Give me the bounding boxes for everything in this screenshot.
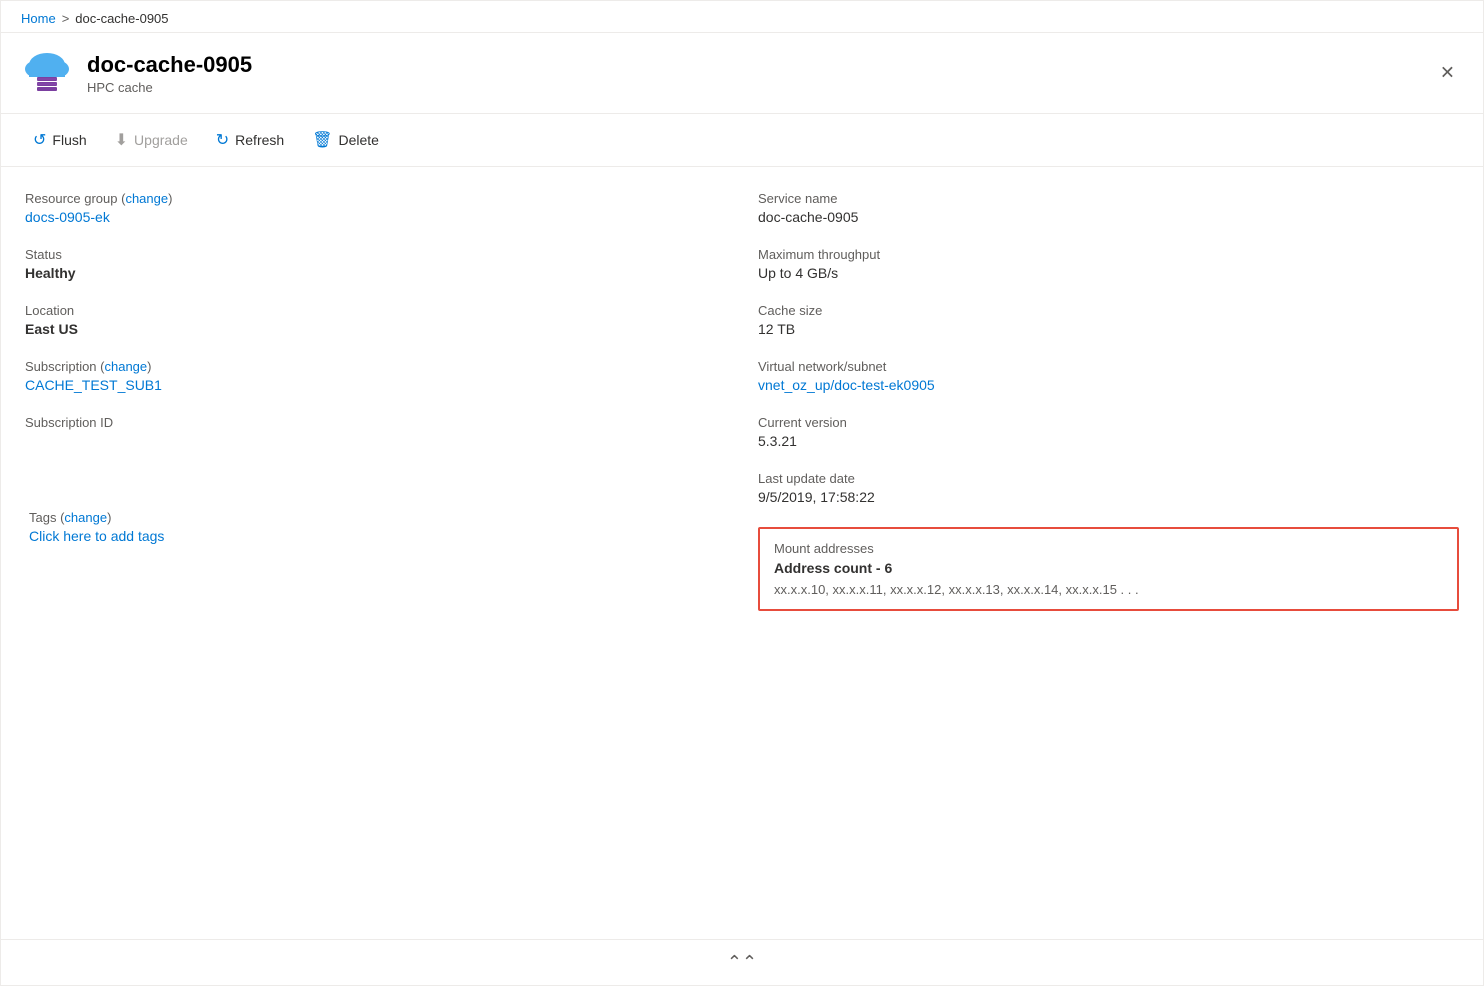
breadcrumb-separator: > xyxy=(62,11,70,26)
service-name-label: Service name xyxy=(758,191,1459,206)
cache-size-field: Cache size 12 TB xyxy=(758,303,1459,337)
toolbar: ↺ Flush ⬇ Upgrade ↻ Refresh 🗑 Delete xyxy=(1,114,1483,167)
refresh-button[interactable]: ↻ Refresh xyxy=(204,124,296,156)
subscription-id-label: Subscription ID xyxy=(25,415,726,430)
service-name-value: doc-cache-0905 xyxy=(758,209,1459,225)
current-version-field: Current version 5.3.21 xyxy=(758,415,1459,449)
subscription-id-field: Subscription ID xyxy=(25,415,726,430)
refresh-icon: ↻ xyxy=(216,130,229,150)
service-name-field: Service name doc-cache-0905 xyxy=(758,191,1459,225)
max-throughput-value: Up to 4 GB/s xyxy=(758,265,1459,281)
breadcrumb-home[interactable]: Home xyxy=(21,11,56,26)
subscription-value: CACHE_TEST_SUB1 xyxy=(25,377,726,393)
page-title: doc-cache-0905 xyxy=(87,52,252,78)
resource-group-value: docs-0905-ek xyxy=(25,209,726,225)
location-label: Location xyxy=(25,303,726,318)
current-version-value: 5.3.21 xyxy=(758,433,1459,449)
mount-addresses-box: Mount addresses Address count - 6 xx.x.x… xyxy=(758,527,1459,611)
page-header: doc-cache-0905 HPC cache ✕ xyxy=(1,33,1483,114)
virtual-network-label: Virtual network/subnet xyxy=(758,359,1459,374)
delete-button[interactable]: 🗑 Delete xyxy=(300,124,391,156)
close-button[interactable]: ✕ xyxy=(1432,59,1463,88)
status-value: Healthy xyxy=(25,265,726,281)
subscription-change-link[interactable]: change xyxy=(104,359,147,374)
last-update-label: Last update date xyxy=(758,471,1459,486)
left-column: Resource group (change) docs-0905-ek Sta… xyxy=(21,191,742,611)
last-update-field: Last update date 9/5/2019, 17:58:22 xyxy=(758,471,1459,505)
tags-field: Tags (change) Click here to add tags xyxy=(25,510,726,568)
last-update-value: 9/5/2019, 17:58:22 xyxy=(758,489,1459,505)
main-panel: Home > doc-cache-0905 doc-cache-0905 xyxy=(0,0,1484,986)
cache-size-value: 12 TB xyxy=(758,321,1459,337)
location-field: Location East US xyxy=(25,303,726,337)
subscription-field: Subscription (change) CACHE_TEST_SUB1 xyxy=(25,359,726,393)
right-column: Service name doc-cache-0905 Maximum thro… xyxy=(742,191,1463,611)
resource-group-change-link[interactable]: change xyxy=(125,191,168,206)
subscription-label: Subscription (change) xyxy=(25,359,726,374)
collapse-icon[interactable]: ⌃⌃ xyxy=(727,952,757,973)
upgrade-icon: ⬇ xyxy=(115,130,128,150)
virtual-network-link[interactable]: vnet_oz_up/doc-test-ek0905 xyxy=(758,377,935,393)
service-icon xyxy=(21,47,73,99)
breadcrumb-current: doc-cache-0905 xyxy=(75,11,168,26)
virtual-network-field: Virtual network/subnet vnet_oz_up/doc-te… xyxy=(758,359,1459,393)
cache-size-label: Cache size xyxy=(758,303,1459,318)
upgrade-label: Upgrade xyxy=(134,132,188,148)
content-area: Resource group (change) docs-0905-ek Sta… xyxy=(1,167,1483,635)
flush-button[interactable]: ↺ Flush xyxy=(21,124,99,156)
status-label: Status xyxy=(25,247,726,262)
resource-group-field: Resource group (change) docs-0905-ek xyxy=(25,191,726,225)
tags-change-link[interactable]: change xyxy=(64,510,107,525)
max-throughput-field: Maximum throughput Up to 4 GB/s xyxy=(758,247,1459,281)
mount-addresses-label: Mount addresses xyxy=(774,541,1443,556)
tags-add-value: Click here to add tags xyxy=(29,528,722,544)
resource-group-label: Resource group (change) xyxy=(25,191,726,206)
flush-label: Flush xyxy=(52,132,86,148)
flush-icon: ↺ xyxy=(33,130,46,150)
page-subtitle: HPC cache xyxy=(87,80,252,95)
resource-group-link[interactable]: docs-0905-ek xyxy=(25,209,110,225)
footer: ⌃⌃ xyxy=(1,939,1483,985)
breadcrumb: Home > doc-cache-0905 xyxy=(1,1,1483,33)
status-field: Status Healthy xyxy=(25,247,726,281)
location-value: East US xyxy=(25,321,726,337)
current-version-label: Current version xyxy=(758,415,1459,430)
tags-add-link[interactable]: Click here to add tags xyxy=(29,528,164,544)
subscription-link[interactable]: CACHE_TEST_SUB1 xyxy=(25,377,162,393)
header-title-block: doc-cache-0905 HPC cache xyxy=(87,52,252,95)
max-throughput-label: Maximum throughput xyxy=(758,247,1459,262)
tags-label: Tags (change) xyxy=(29,510,722,525)
mount-addresses-value: xx.x.x.10, xx.x.x.11, xx.x.x.12, xx.x.x.… xyxy=(774,582,1443,597)
mount-count-value: Address count - 6 xyxy=(774,560,1443,576)
refresh-label: Refresh xyxy=(235,132,284,148)
upgrade-button[interactable]: ⬇ Upgrade xyxy=(103,124,200,156)
virtual-network-value: vnet_oz_up/doc-test-ek0905 xyxy=(758,377,1459,393)
delete-label: Delete xyxy=(339,132,379,148)
delete-icon: 🗑 xyxy=(312,130,332,150)
